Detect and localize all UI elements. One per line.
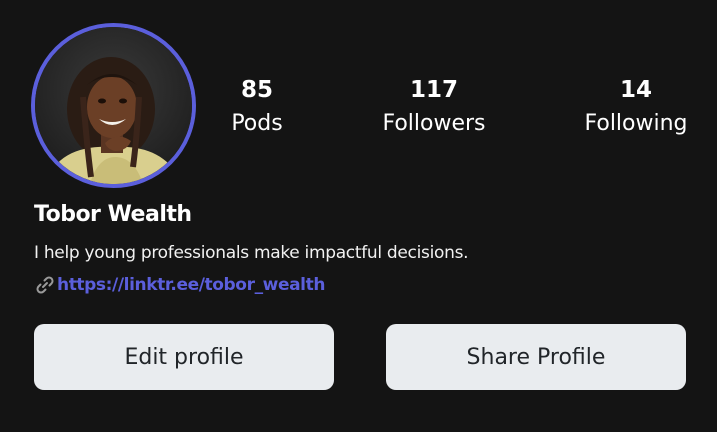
stat-following-value: 14: [619, 77, 652, 103]
profile-link[interactable]: https://linktr.ee/tobor_wealth: [57, 272, 325, 298]
stat-followers-value: 117: [409, 77, 458, 103]
link-icon: [34, 274, 56, 296]
share-profile-button[interactable]: Share Profile: [386, 324, 686, 390]
stat-pods-value: 85: [240, 77, 273, 103]
stat-pods[interactable]: 85 Pods: [231, 74, 282, 141]
profile-link-row: https://linktr.ee/tobor_wealth: [34, 272, 325, 298]
profile-name: Tobor Wealth: [34, 202, 192, 227]
stat-pods-label: Pods: [231, 111, 283, 136]
edit-profile-button[interactable]: Edit profile: [34, 324, 334, 390]
stat-followers-label: Followers: [382, 111, 486, 136]
stat-followers[interactable]: 117 Followers: [382, 74, 485, 141]
avatar-photo: [35, 27, 192, 184]
profile-bio: I help young professionals make impactfu…: [34, 243, 469, 263]
stat-following[interactable]: 14 Following: [584, 74, 687, 141]
stat-following-label: Following: [584, 111, 688, 136]
avatar[interactable]: [31, 23, 196, 188]
